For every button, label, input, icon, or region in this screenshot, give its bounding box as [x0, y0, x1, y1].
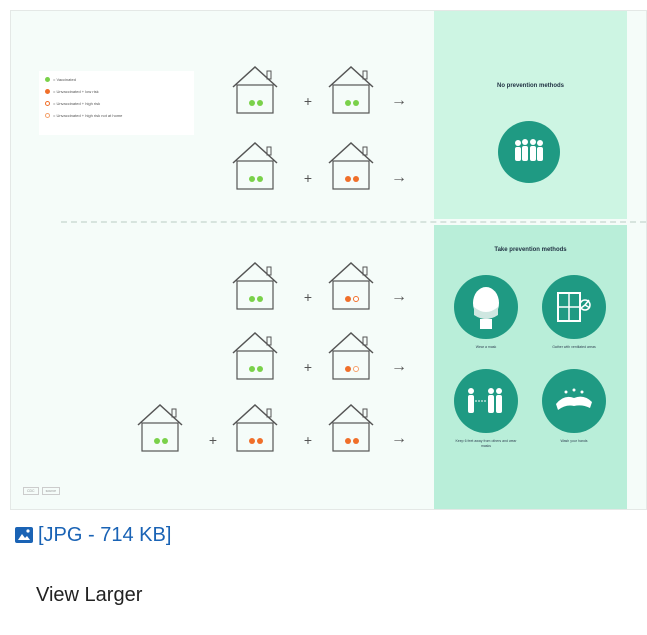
house-icon [136, 401, 184, 453]
green-dot-icon [353, 100, 359, 106]
orange-dot-icon [249, 438, 255, 444]
house-icon [231, 63, 279, 115]
legend-item: = Vaccinated [45, 75, 76, 85]
plus-icon: + [303, 170, 313, 186]
view-larger-link[interactable]: View Larger [36, 584, 142, 607]
jpg-download-label: [JPG - 714 KB] [38, 523, 172, 546]
image-file-icon [14, 525, 34, 545]
caption-wear-mask: Wear a mask [475, 345, 497, 349]
plus-icon: + [303, 289, 313, 305]
plus-icon: + [303, 432, 313, 448]
green-dot-icon [162, 438, 168, 444]
light-orange-ring-icon [353, 366, 359, 372]
light-orange-ring-icon [45, 113, 50, 119]
house-icon [327, 139, 375, 191]
masked-face-icon [454, 275, 518, 339]
infographic-image[interactable]: No prevention methods Take prevention me… [10, 10, 647, 510]
take-prevention-panel: Take prevention methods Wear a mask Gath… [434, 225, 627, 509]
green-dot-icon [249, 176, 255, 182]
take-prevention-title: Take prevention methods [494, 247, 567, 253]
orange-dot-icon [257, 438, 263, 444]
legend: = Vaccinated = Unvaccinated + low risk =… [39, 71, 194, 135]
legend-item: = Unvaccinated + high risk not at home [45, 111, 122, 121]
orange-dot-icon [345, 438, 351, 444]
green-dot-icon [257, 100, 263, 106]
house-icon [231, 329, 279, 381]
house-icon [231, 401, 279, 453]
arrow-right-icon: → [391, 430, 407, 447]
group-people-icon [498, 121, 560, 183]
green-dot-icon [345, 100, 351, 106]
arrow-right-icon: → [391, 169, 407, 186]
green-dot-icon [257, 176, 263, 182]
arrow-right-icon: → [391, 358, 407, 375]
arrow-right-icon: → [391, 288, 407, 305]
window-fan-icon [542, 275, 606, 339]
caption-distance: Keep 6 feet away from others and wear ma… [455, 439, 517, 448]
orange-dot-icon [345, 176, 351, 182]
jpg-download-link[interactable]: [JPG - 714 KB] [14, 522, 171, 548]
house-icon [327, 401, 375, 453]
green-dot-icon [154, 438, 160, 444]
plus-icon: + [303, 359, 313, 375]
orange-ring-icon [353, 296, 359, 302]
plus-icon: + [303, 93, 313, 109]
orange-ring-icon [45, 101, 50, 107]
green-dot-icon [257, 296, 263, 302]
orange-dot-icon [345, 366, 351, 372]
orange-dot-icon [353, 176, 359, 182]
distancing-people-icon [454, 369, 518, 433]
house-icon [327, 63, 375, 115]
green-dot-icon [249, 296, 255, 302]
green-dot-icon [45, 77, 50, 83]
section-divider [61, 221, 646, 223]
orange-dot-icon [345, 296, 351, 302]
legend-item: = Unvaccinated + high risk [45, 99, 100, 109]
green-dot-icon [249, 366, 255, 372]
image-credit: CDC source [23, 487, 63, 495]
green-dot-icon [249, 100, 255, 106]
arrow-right-icon: → [391, 92, 407, 109]
no-prevention-panel: No prevention methods [434, 11, 627, 219]
handwashing-icon [542, 369, 606, 433]
orange-dot-icon [45, 89, 50, 95]
house-icon [231, 139, 279, 191]
no-prevention-title: No prevention methods [496, 83, 564, 89]
legend-item: = Unvaccinated + low risk [45, 87, 99, 97]
orange-dot-icon [353, 438, 359, 444]
caption-ventilated: Gather with ventilated areas [552, 345, 596, 349]
house-icon [327, 329, 375, 381]
house-icon [327, 259, 375, 311]
caption-wash-hands: Wash your hands [560, 439, 588, 443]
house-icon [231, 259, 279, 311]
plus-icon: + [208, 432, 218, 448]
green-dot-icon [257, 366, 263, 372]
